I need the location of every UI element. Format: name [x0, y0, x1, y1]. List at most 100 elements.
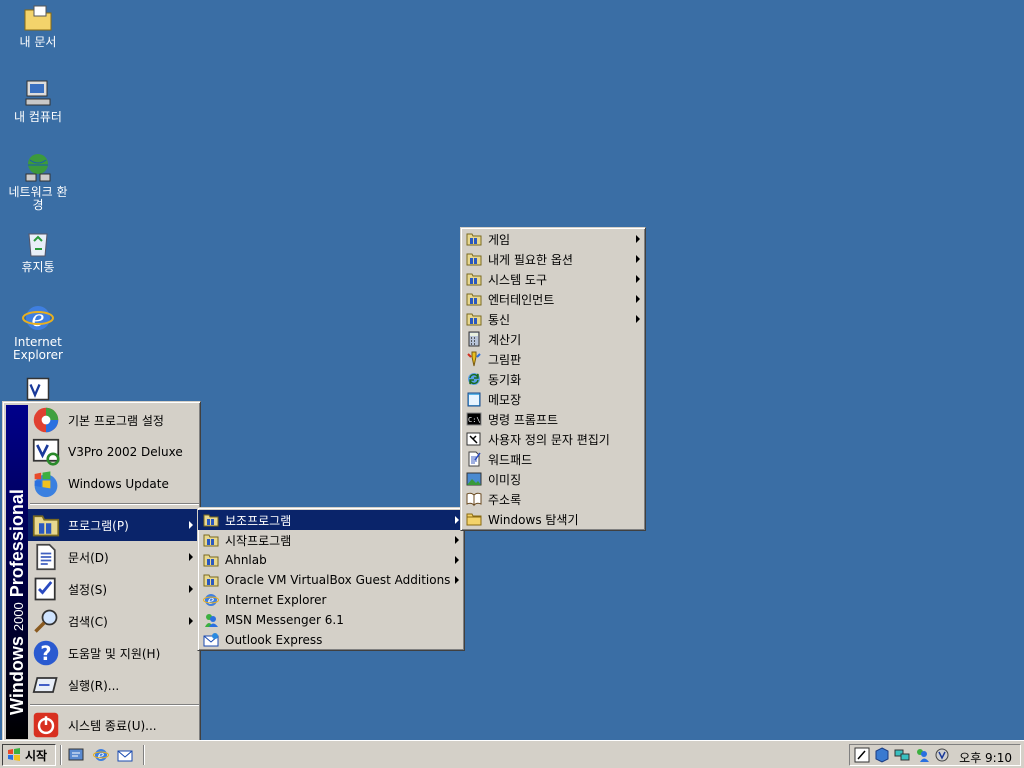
start-item-label: 설정(S): [68, 582, 108, 597]
start-item-label: 문서(D): [68, 550, 109, 565]
program-group-icon: [466, 251, 482, 267]
accessories-item-entertainment[interactable]: 엔터테인먼트: [461, 289, 645, 309]
calculator-icon: [468, 331, 480, 347]
search-icon: [34, 609, 58, 633]
virtualbox-tray-icon[interactable]: [874, 747, 890, 763]
programs-submenu: 보조프로그램 시작프로그램 Ahnlab Oracle VM VirtualBo…: [197, 507, 465, 651]
start-item-label: 기본 프로그램 설정: [68, 413, 164, 428]
desktop-icon-my-documents[interactable]: 내 문서: [4, 2, 72, 49]
outlook-express-icon[interactable]: [117, 747, 133, 763]
network-tray-icon[interactable]: [894, 747, 910, 763]
accessories-item-character-editor[interactable]: 사용자 정의 문자 편집기: [461, 429, 645, 449]
accessories-item-notepad[interactable]: 메모장: [461, 389, 645, 409]
msn-messenger-icon: [205, 614, 218, 627]
menu-item-label: 사용자 정의 문자 편집기: [488, 432, 610, 447]
start-item-default-programs[interactable]: 기본 프로그램 설정: [28, 404, 199, 436]
windows-logo-icon: [6, 747, 22, 763]
submenu-arrow-icon: [189, 521, 193, 529]
accessories-item-command-prompt[interactable]: C:\ 명령 프롬프트: [461, 409, 645, 429]
desktop-icon-internet-explorer[interactable]: Internet Explorer: [4, 302, 72, 362]
accessories-item-wordpad[interactable]: 워드패드: [461, 449, 645, 469]
start-button[interactable]: 시작: [2, 744, 56, 766]
internet-explorer-icon: [203, 592, 219, 608]
my-documents-icon: [24, 5, 52, 31]
menu-item-label: 게임: [488, 232, 511, 247]
desktop-icon-recycle-bin[interactable]: 휴지통: [4, 227, 72, 274]
menu-item-label: 워드패드: [488, 452, 533, 467]
programs-item-accessories[interactable]: 보조프로그램: [198, 510, 464, 530]
banner-text: Windows 2000 Professional: [7, 489, 27, 715]
clock[interactable]: 오후 9:10: [959, 749, 1012, 766]
start-menu-separator: [30, 503, 199, 505]
msn-tray-icon[interactable]: [914, 747, 930, 763]
start-item-windows-update[interactable]: Windows Update: [28, 468, 199, 500]
accessories-item-synchronize[interactable]: 동기화: [461, 369, 645, 389]
v3pro-icon: [26, 377, 50, 401]
accessories-item-system-tools[interactable]: 시스템 도구: [461, 269, 645, 289]
start-item-v3pro[interactable]: V3Pro 2002 Deluxe: [28, 436, 199, 468]
programs-item-internet-explorer[interactable]: Internet Explorer: [198, 590, 464, 610]
menu-item-label: Outlook Express: [225, 633, 323, 647]
documents-icon: [32, 543, 60, 571]
programs-item-ahnlab[interactable]: Ahnlab: [198, 550, 464, 570]
menu-item-label: Oracle VM VirtualBox Guest Additions: [225, 573, 451, 587]
windows-update-icon: [34, 471, 58, 498]
menu-item-label: 보조프로그램: [225, 513, 292, 528]
submenu-arrow-icon: [455, 516, 459, 524]
start-item-label: Windows Update: [68, 477, 169, 491]
help-icon: ?: [33, 640, 59, 666]
start-item-label: V3Pro 2002 Deluxe: [68, 445, 183, 459]
menu-item-label: 통신: [488, 312, 511, 327]
submenu-arrow-icon: [189, 553, 193, 561]
ime-icon[interactable]: [854, 747, 870, 763]
start-item-shutdown[interactable]: 시스템 종료(U)...: [28, 709, 199, 741]
menu-item-label: 메모장: [488, 392, 522, 407]
accessories-item-accessibility[interactable]: 내게 필요한 옵션: [461, 249, 645, 269]
start-item-label: 실행(R)...: [68, 678, 120, 693]
program-group-icon: [466, 311, 482, 327]
taskbar: 시작 오후 9:10: [0, 740, 1024, 768]
desktop-icon-my-computer[interactable]: 내 컴퓨터: [4, 77, 72, 124]
accessories-item-communications[interactable]: 통신: [461, 309, 645, 329]
accessories-item-address-book[interactable]: 주소록: [461, 489, 645, 509]
command-prompt-icon: C:\: [466, 412, 482, 426]
start-item-settings[interactable]: 설정(S): [28, 573, 199, 605]
programs-item-startup[interactable]: 시작프로그램: [198, 530, 464, 550]
submenu-arrow-icon: [455, 556, 459, 564]
accessories-item-paint[interactable]: 그림판: [461, 349, 645, 369]
desktop-icon-network-places[interactable]: 네트워크 환경: [4, 152, 72, 212]
accessories-item-imaging[interactable]: 이미징: [461, 469, 645, 489]
run-icon: [32, 677, 58, 693]
accessories-item-windows-explorer[interactable]: Windows 탐색기: [461, 509, 645, 529]
submenu-arrow-icon: [636, 255, 640, 263]
start-item-run[interactable]: 실행(R)...: [28, 669, 199, 701]
submenu-arrow-icon: [636, 235, 640, 243]
programs-item-msn-messenger[interactable]: MSN Messenger 6.1: [198, 610, 464, 630]
start-item-search[interactable]: 검색(C): [28, 605, 199, 637]
program-group-icon: [203, 572, 219, 588]
outlook-express-icon: [203, 633, 219, 647]
accessories-item-games[interactable]: 게임: [461, 229, 645, 249]
menu-item-label: Ahnlab: [225, 553, 267, 567]
submenu-arrow-icon: [636, 315, 640, 323]
start-item-programs[interactable]: 프로그램(P): [28, 509, 199, 541]
internet-explorer-icon[interactable]: [93, 747, 109, 763]
menu-item-label: Windows 탐색기: [488, 512, 579, 527]
program-group-icon: [203, 552, 219, 568]
start-menu: Windows 2000 Professional 기본 프로그램 설정 V3P…: [2, 401, 201, 742]
program-group-icon: [466, 271, 482, 287]
network-places-icon: [25, 154, 51, 182]
v3-tray-icon[interactable]: [934, 747, 950, 763]
programs-item-virtualbox-additions[interactable]: Oracle VM VirtualBox Guest Additions: [198, 570, 464, 590]
menu-item-label: Internet Explorer: [225, 593, 327, 607]
start-item-help[interactable]: ? 도움말 및 지원(H): [28, 637, 199, 669]
menu-item-label: 계산기: [488, 332, 522, 347]
show-desktop-icon[interactable]: [68, 747, 84, 763]
menu-item-label: MSN Messenger 6.1: [225, 613, 344, 627]
accessories-item-calculator[interactable]: 계산기: [461, 329, 645, 349]
programs-item-outlook-express[interactable]: Outlook Express: [198, 630, 464, 650]
menu-item-label: 엔터테인먼트: [488, 292, 555, 307]
start-item-documents[interactable]: 문서(D): [28, 541, 199, 573]
svg-text:C:\: C:\: [468, 416, 481, 424]
menu-item-label: 시스템 도구: [488, 272, 548, 287]
